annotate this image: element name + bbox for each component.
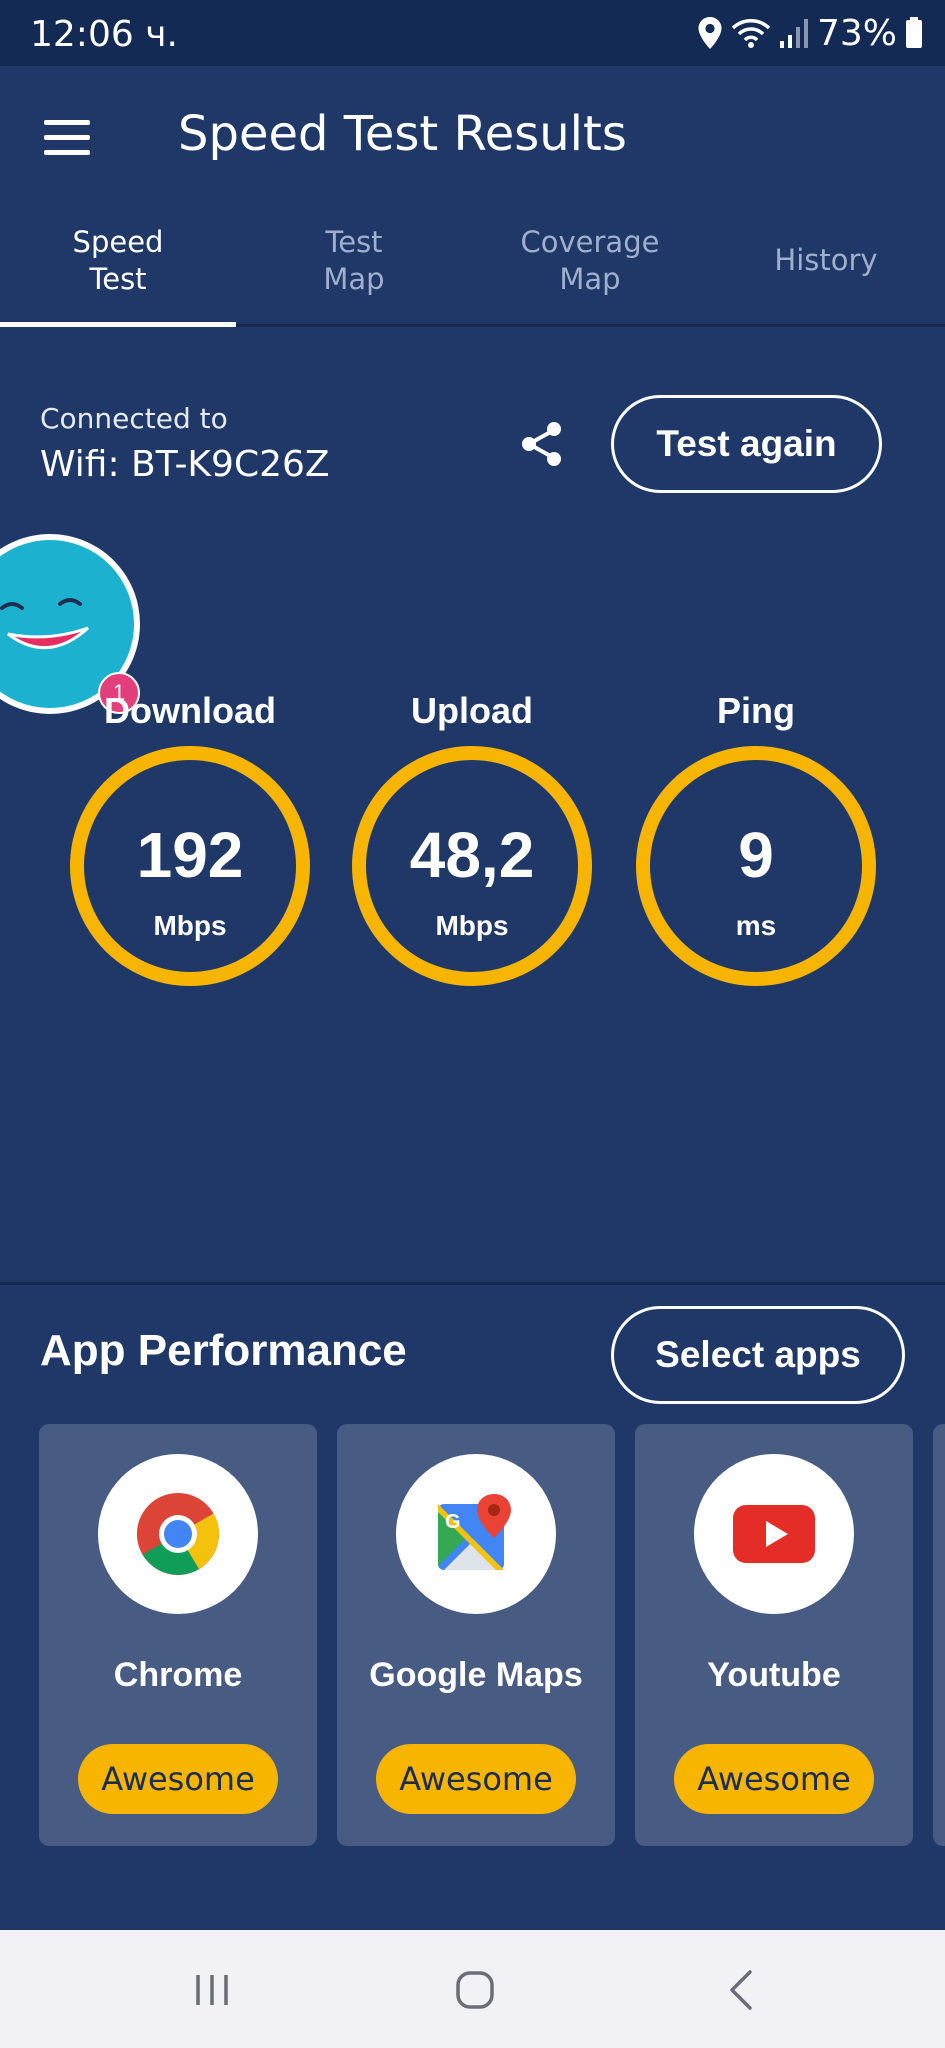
tab-speed-test[interactable]: Speed Test [0,224,236,298]
app-name: Google Maps [369,1656,583,1694]
app-icon-container: G [396,1454,556,1614]
app-icon-container [98,1454,258,1614]
section-divider [0,1282,945,1285]
app-card-youtube[interactable]: Youtube Awesome [635,1424,913,1846]
test-again-button[interactable]: Test again [611,395,882,493]
app-bar: Speed Test Results [0,66,945,206]
select-apps-button[interactable]: Select apps [611,1306,905,1404]
upload-label: Upload [411,690,533,731]
status-time: 12:06 ч. [30,14,178,55]
app-icon-container [694,1454,854,1614]
app-rating-badge: Awesome [78,1744,278,1814]
menu-icon[interactable] [44,120,92,156]
tab-history[interactable]: History [708,242,944,279]
download-value: 192 [136,819,244,891]
app-name: Chrome [113,1656,243,1694]
upload-value: 48,2 [409,819,535,891]
share-icon[interactable] [516,418,568,470]
download-label: Download [104,690,276,731]
tab-coverage-map[interactable]: Coverage Map [472,224,708,298]
tab-label: Coverage Map [520,225,660,296]
svg-text:G: G [445,1511,461,1533]
upload-unit: Mbps [435,910,509,941]
wifi-icon [731,19,771,48]
download-unit: Mbps [153,910,227,941]
app-card-partial[interactable] [933,1424,945,1846]
system-nav-bar [0,1930,945,2048]
tab-label: Speed Test [72,225,164,296]
status-icons: 73% [697,10,923,56]
ping-label: Ping [717,690,795,731]
google-maps-icon: G [438,1494,511,1570]
page-title: Speed Test Results [178,106,627,162]
download-gauge: 192 Mbps [70,746,310,986]
app-name: Youtube [707,1656,841,1694]
status-bar: 12:06 ч. 73% [0,0,945,66]
tab-label: Test Map [323,225,385,296]
app-performance-title: App Performance [40,1326,407,1375]
ping-value: 9 [738,819,774,891]
signal-icon [779,19,808,48]
app-rating-badge: Awesome [376,1744,576,1814]
upload-gauge: 48,2 Mbps [352,746,592,986]
tab-bar: Speed Test Test Map Coverage Map History [0,206,945,327]
connection-label: Connected to [40,402,228,435]
location-icon [698,17,722,49]
battery-percent: 73% [816,12,897,54]
app-rating-badge: Awesome [674,1744,874,1814]
ping-unit: ms [735,910,777,941]
connection-value: Wifi: BT-K9C26Z [40,444,330,485]
battery-icon [906,17,922,48]
tab-label: History [774,243,878,277]
ping-gauge: 9 ms [636,746,876,986]
recent-apps-icon[interactable] [182,1960,242,2020]
active-tab-indicator [0,322,236,327]
app-card-chrome[interactable]: Chrome Awesome [39,1424,317,1846]
tab-test-map[interactable]: Test Map [236,224,472,298]
app-card-google-maps[interactable]: G Google Maps Awesome [337,1424,615,1846]
chrome-icon [137,1493,219,1575]
youtube-icon [733,1505,815,1563]
home-icon[interactable] [445,1960,505,2020]
back-icon[interactable] [712,1960,772,2020]
app-cards-carousel[interactable]: Chrome Awesome G Google Maps Awesome You… [0,1424,945,1848]
